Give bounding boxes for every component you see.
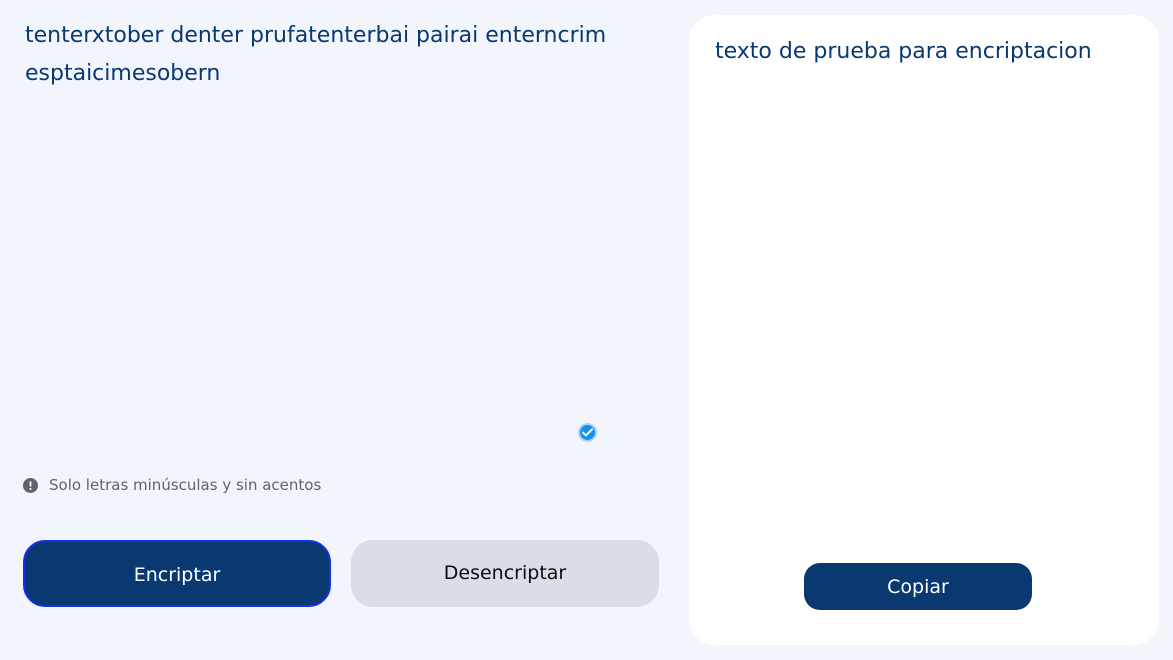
hint-message: Solo letras minúsculas y sin acentos xyxy=(23,476,321,494)
copy-button[interactable]: Copiar xyxy=(804,563,1032,610)
encrypt-button[interactable]: Encriptar xyxy=(23,540,331,607)
exclamation-circle-icon xyxy=(23,477,38,493)
input-text[interactable]: tenterxtober denter prufatenterbai paira… xyxy=(25,17,615,93)
output-text: texto de prueba para encriptacion xyxy=(715,39,1092,64)
hint-text: Solo letras minúsculas y sin acentos xyxy=(49,476,322,494)
output-panel: texto de prueba para encriptacion Copiar xyxy=(689,15,1159,645)
check-circle-icon xyxy=(578,423,597,442)
decrypt-button[interactable]: Desencriptar xyxy=(351,540,659,607)
